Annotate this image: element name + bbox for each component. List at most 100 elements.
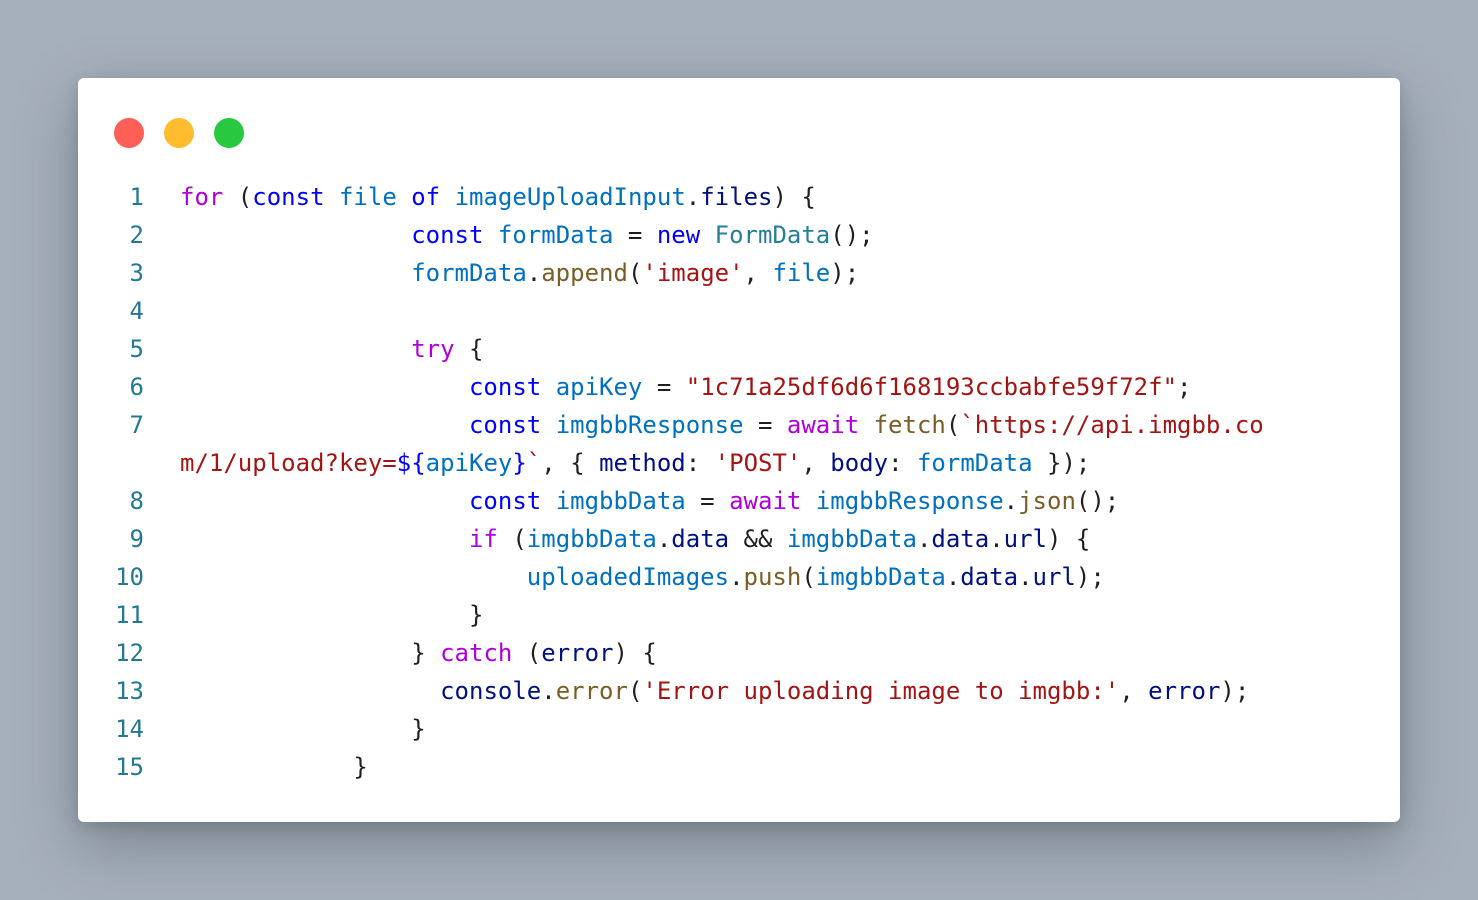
code-token: `https://api.imgbb.co <box>960 411 1264 439</box>
code-token: append <box>541 259 628 287</box>
line-number: 2 <box>129 221 144 249</box>
line-number: 5 <box>129 335 144 363</box>
code-line: 14 } <box>78 710 1400 748</box>
line-number: 10 <box>115 563 144 591</box>
code-line: 6 const apiKey = "1c71a25df6d6f168193ccb… <box>78 368 1400 406</box>
code-token: ( <box>512 639 542 667</box>
line-code: formData.append('image', file); <box>180 254 859 292</box>
code-token: file <box>772 259 831 287</box>
code-token: ( <box>627 259 643 287</box>
code-token: ); <box>1075 563 1105 591</box>
code-token: apiKey <box>425 449 513 477</box>
line-code: const imgbbData = await imgbbResponse.js… <box>180 482 1119 520</box>
code-token: ); <box>1220 677 1250 705</box>
code-token: , <box>1119 677 1149 705</box>
code-token: push <box>743 563 802 591</box>
code-token: json <box>1018 487 1076 515</box>
code-token: uploadedImages <box>526 563 730 591</box>
code-token: . <box>989 525 1004 553</box>
code-token: file <box>338 183 397 211</box>
code-token: const <box>468 411 542 439</box>
code-token: data <box>960 563 1019 591</box>
line-code: const apiKey = "1c71a25df6d6f168193ccbab… <box>180 368 1192 406</box>
code-token: catch <box>440 639 513 667</box>
code-token: ${ <box>396 449 426 477</box>
code-token: "1c71a25df6d6f168193ccbabfe59f72f" <box>685 373 1178 401</box>
line-code: } <box>180 748 367 786</box>
code-token: if <box>468 525 498 553</box>
line-number: 13 <box>115 677 144 705</box>
code-token: . <box>1018 563 1033 591</box>
code-block: 1 for (const file of imageUploadInput.fil… <box>78 178 1400 786</box>
code-token: error <box>541 639 614 667</box>
line-number: 14 <box>115 715 144 743</box>
code-token: apiKey <box>555 373 643 401</box>
code-token: data <box>671 525 730 553</box>
code-token: formData <box>497 221 614 249</box>
code-token: FormData <box>714 221 831 249</box>
code-token: . <box>526 259 542 287</box>
code-token: = <box>613 221 657 249</box>
line-code: } <box>180 710 425 748</box>
code-line: 1 for (const file of imageUploadInput.fil… <box>78 178 1400 216</box>
code-token: , <box>743 259 773 287</box>
code-line: 10 uploadedImages.push(imgbbData.data.ur… <box>78 558 1400 596</box>
code-line: 4 <box>78 292 1400 330</box>
code-line: 12 } catch (error) { <box>78 634 1400 672</box>
code-token: : <box>685 449 715 477</box>
line-number: 12 <box>115 639 144 667</box>
code-line: 13 console.error('Error uploading image … <box>78 672 1400 710</box>
minimize-dot-icon[interactable] <box>164 118 194 148</box>
code-token: const <box>468 487 542 515</box>
code-token: . <box>1003 487 1019 515</box>
code-line: 2 const formData = new FormData(); <box>78 216 1400 254</box>
line-number: 6 <box>129 373 144 401</box>
code-token: (); <box>830 221 874 249</box>
code-token: . <box>729 563 744 591</box>
line-number: 11 <box>115 601 144 629</box>
code-token: ( <box>497 525 527 553</box>
code-token: . <box>685 183 701 211</box>
code-token: . <box>541 677 556 705</box>
code-token: formData <box>916 449 1033 477</box>
code-token: : <box>888 449 917 477</box>
code-line: 11 } <box>78 596 1400 634</box>
line-number: 8 <box>129 487 144 515</box>
code-token: url <box>1003 525 1047 553</box>
maximize-dot-icon[interactable] <box>214 118 244 148</box>
code-token: url <box>1032 563 1076 591</box>
code-token: ); <box>830 259 860 287</box>
code-token: ( <box>627 677 643 705</box>
code-token: imageUploadInput <box>454 183 686 211</box>
code-token: 'image' <box>642 259 744 287</box>
line-code: console.error('Error uploading image to … <box>180 672 1249 710</box>
line-code: for (const file of imageUploadInput.file… <box>180 178 816 216</box>
code-token: ) { <box>772 183 816 211</box>
code-token: method <box>599 449 686 477</box>
code-token: , <box>801 449 831 477</box>
code-token: body <box>830 449 889 477</box>
code-token: ( <box>223 183 253 211</box>
code-token: imgbbData <box>526 525 657 553</box>
code-line: 9 if (imgbbData.data && imgbbData.data.u… <box>78 520 1400 558</box>
code-window: 1 for (const file of imageUploadInput.fil… <box>78 78 1400 822</box>
code-token: && <box>729 525 787 553</box>
code-token: await <box>729 487 802 515</box>
close-dot-icon[interactable] <box>114 118 144 148</box>
code-token: await <box>786 411 860 439</box>
line-code: if (imgbbData.data && imgbbData.data.url… <box>180 520 1090 558</box>
code-line: 15 } <box>78 748 1400 786</box>
code-token: } <box>512 449 527 477</box>
code-token: for <box>180 183 224 211</box>
code-token: ( <box>945 411 961 439</box>
